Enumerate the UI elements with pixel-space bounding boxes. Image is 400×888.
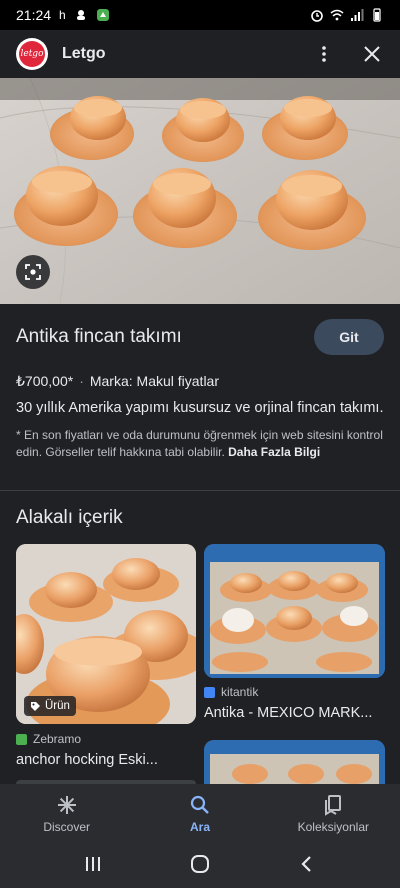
home-icon[interactable]: [189, 853, 211, 880]
product-price: ₺700,00*: [16, 372, 74, 389]
battery-icon: [373, 8, 381, 22]
product-info: Antika fincan takımı Git ₺700,00* · Mark…: [0, 304, 400, 461]
nav-search[interactable]: Ara: [133, 784, 266, 844]
letgo-logo: letgo: [16, 38, 48, 70]
product-description: 30 yıllık Amerika yapımı kusursuz ve orj…: [16, 400, 384, 416]
nav-label: Ara: [189, 820, 210, 834]
separator: ·: [79, 373, 84, 389]
back-icon[interactable]: [297, 854, 317, 879]
kitantik-icon: [204, 686, 215, 698]
more-info-link[interactable]: Daha Fazla Bilgi: [228, 445, 320, 459]
related-card-image[interactable]: Ürün: [16, 544, 196, 724]
divider: [0, 490, 400, 491]
product-title: Antika fincan takımı: [16, 326, 182, 347]
zebramo-icon: [16, 733, 27, 745]
system-nav-bar: [0, 844, 400, 888]
close-icon[interactable]: [360, 42, 384, 66]
app-header: letgo Letgo: [0, 30, 400, 78]
price-row: ₺700,00* · Marka: Makul fiyatlar: [16, 370, 384, 392]
nav-collections[interactable]: Koleksiyonlar: [267, 784, 400, 844]
alarm-icon: [311, 10, 323, 22]
tag-icon: [31, 701, 40, 711]
product-brand: Marka: Makul fiyatlar: [89, 373, 220, 389]
disclaimer: * En son fiyatları ve oda durumunu öğren…: [16, 427, 384, 461]
app-notification-icon: [96, 9, 109, 21]
wifi-icon: [330, 9, 344, 21]
status-time: 21:24: [16, 7, 52, 23]
notification-icon: [76, 10, 85, 20]
lens-search-icon[interactable]: [16, 255, 50, 289]
go-button[interactable]: Git: [314, 319, 384, 355]
status-bar: 21:24 h: [0, 0, 400, 30]
disclaimer-text: * En son fiyatları ve oda durumunu öğren…: [16, 428, 383, 459]
app-title: Letgo: [62, 45, 106, 62]
product-image[interactable]: [0, 78, 400, 304]
related-caption[interactable]: anchor hocking Eski...: [16, 752, 196, 768]
more-options-icon[interactable]: [312, 42, 336, 66]
collections-icon: [325, 795, 342, 816]
nav-label: Koleksiyonlar: [297, 820, 369, 834]
search-icon: [190, 795, 209, 814]
related-source: Zebramo: [16, 732, 81, 746]
asterisk-icon: [57, 796, 76, 814]
related-card-image[interactable]: [204, 544, 385, 678]
signal-icon: [351, 9, 364, 21]
nav-label: Discover: [43, 820, 90, 834]
recent-apps-icon[interactable]: [83, 854, 103, 879]
related-source: kitantik: [204, 685, 258, 699]
product-badge: Ürün: [24, 696, 76, 716]
status-extra: h: [59, 8, 66, 22]
related-caption[interactable]: Antika - MEXICO MARK...: [204, 705, 385, 721]
nav-discover[interactable]: Discover: [0, 784, 133, 844]
related-card-image[interactable]: [204, 740, 385, 784]
related-title: Alakalı içerik: [16, 507, 123, 528]
bottom-nav: Discover Ara Koleksiyonlar: [0, 784, 400, 844]
